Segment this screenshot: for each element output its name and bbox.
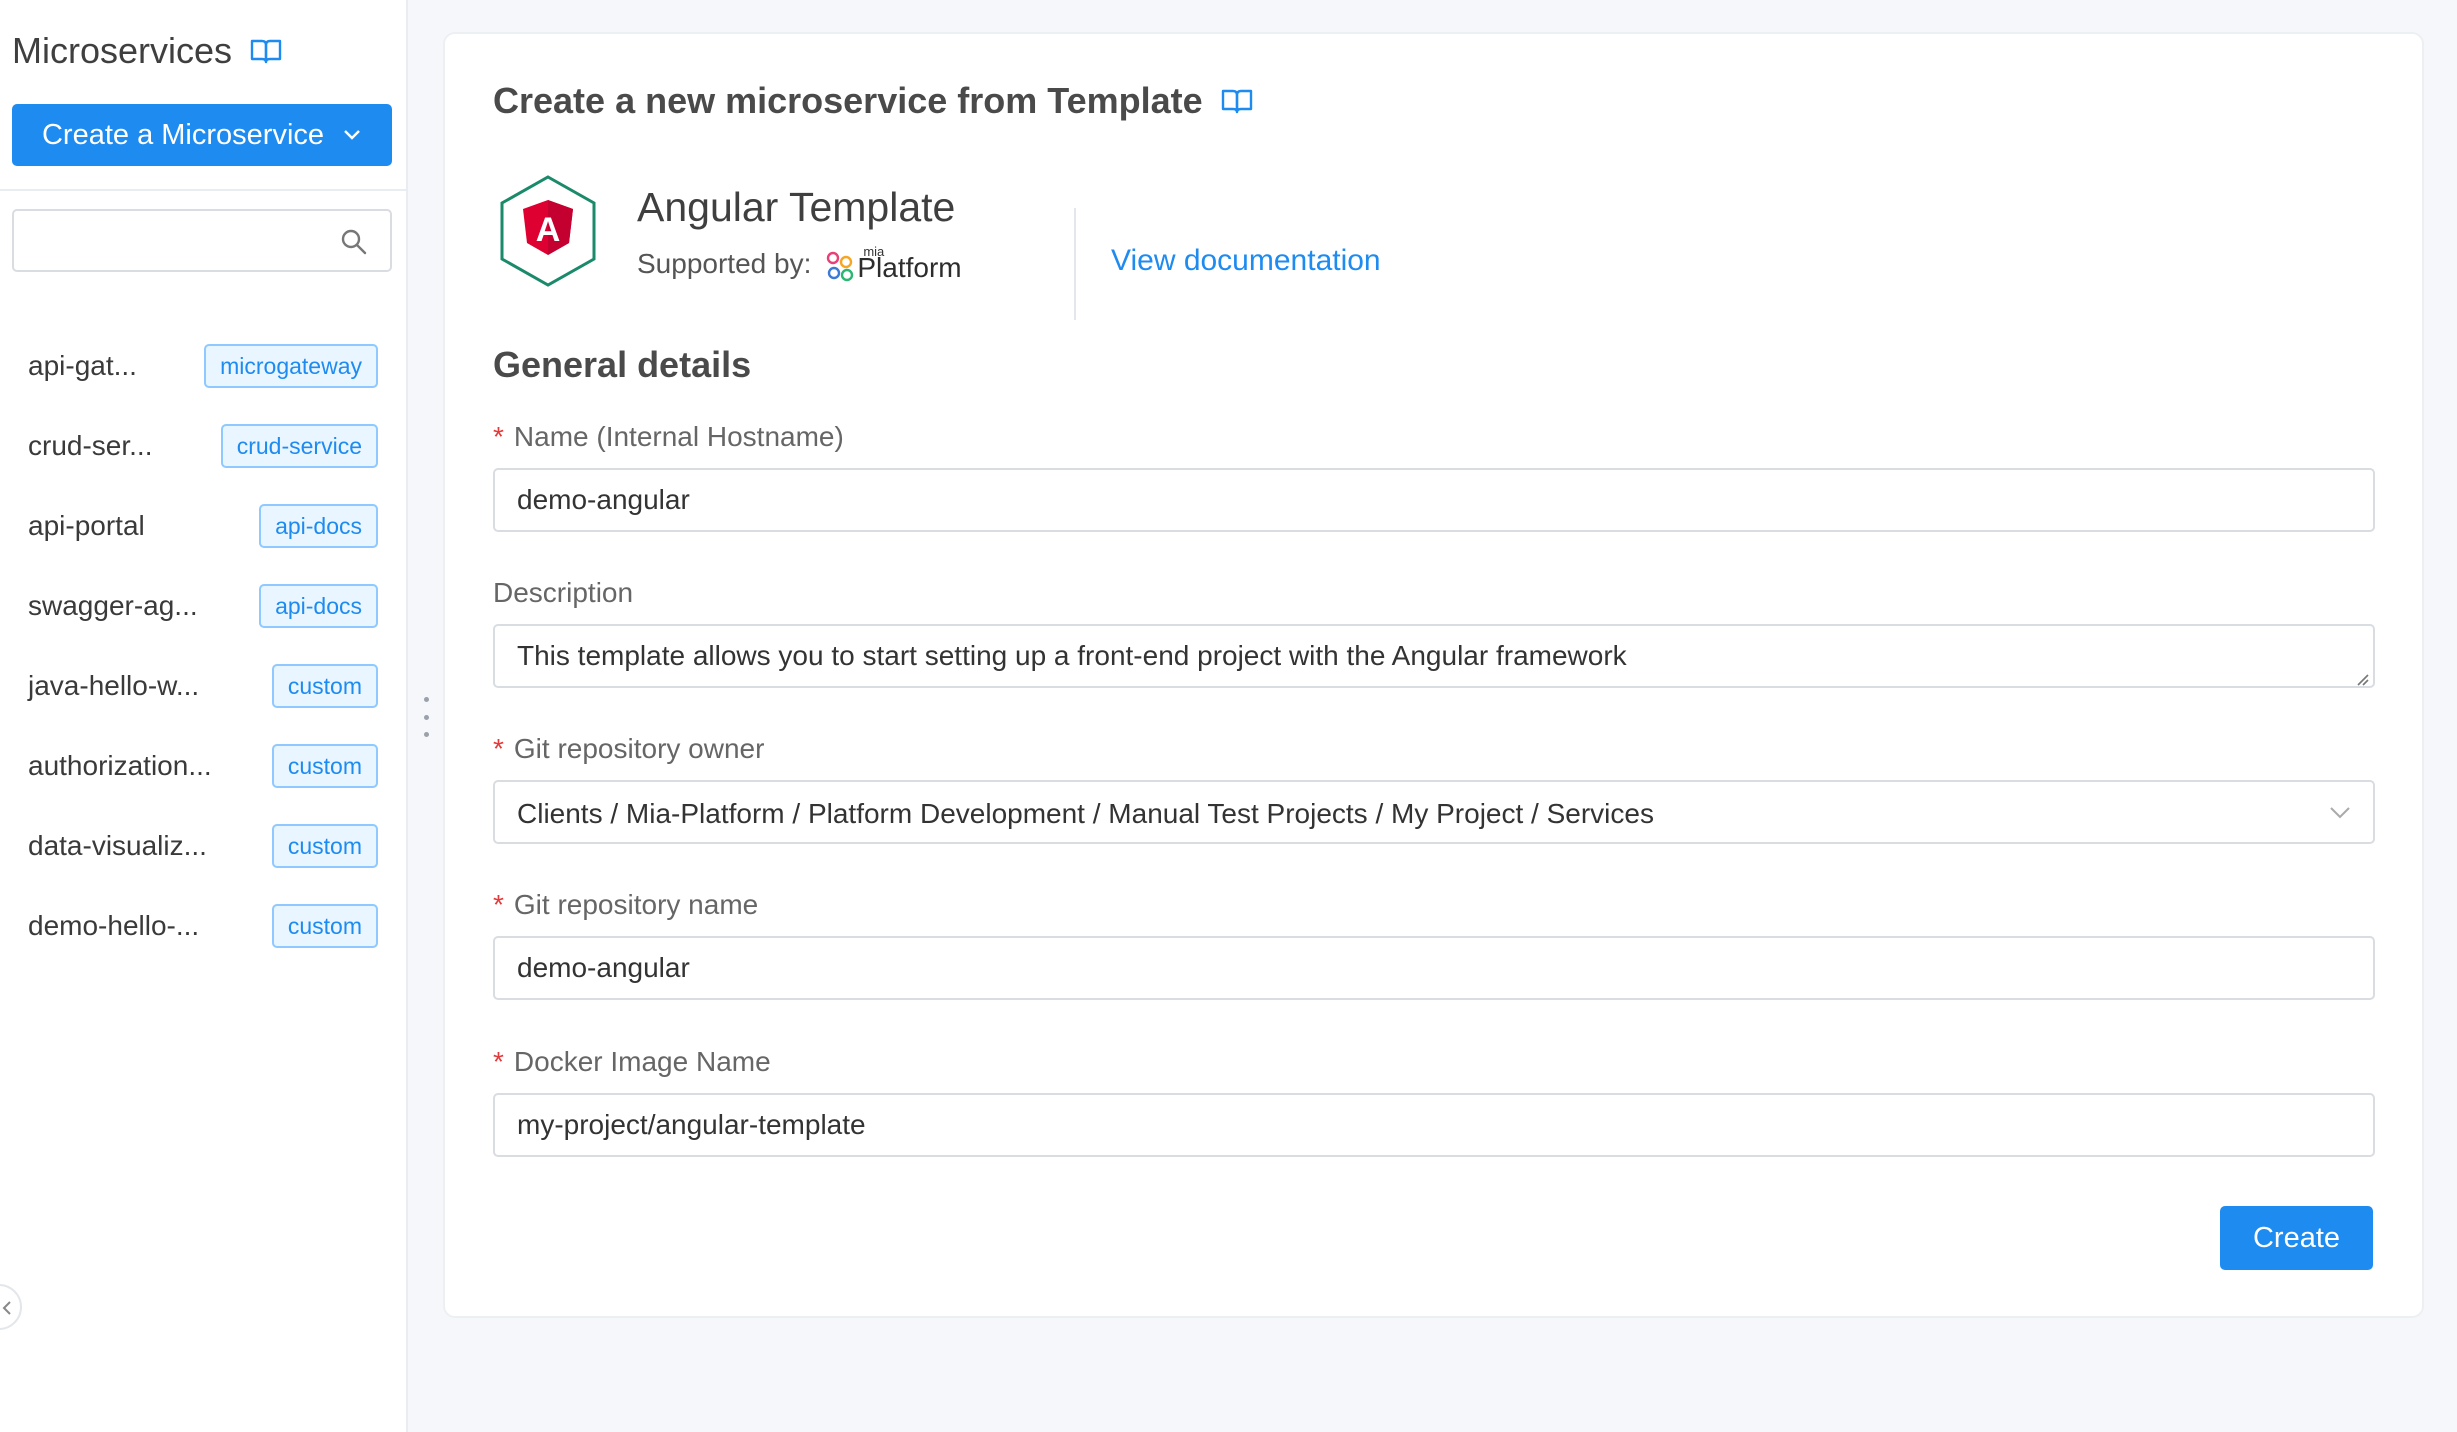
template-supporter: Supported by: mia Platform xyxy=(637,244,962,284)
microservice-name: api-gat... xyxy=(28,350,137,381)
microservice-name: java-hello-w... xyxy=(28,670,200,701)
mia-platform-logo: mia Platform xyxy=(825,244,962,284)
page-title: Create a new microservice from Template xyxy=(493,80,1203,121)
microservice-name: data-visualiz... xyxy=(28,830,207,861)
list-item[interactable]: crud-ser... crud-service xyxy=(0,406,408,486)
microservice-type-tag: api-docs xyxy=(259,584,378,628)
name-label: * Name (Internal Hostname) xyxy=(493,421,844,453)
list-item[interactable]: data-visualiz... custom xyxy=(0,806,408,886)
chevron-left-icon xyxy=(2,1301,11,1315)
microservice-type-tag: custom xyxy=(271,824,378,868)
mia-platform-mark-icon xyxy=(827,251,854,282)
list-item[interactable]: api-portal api-docs xyxy=(0,486,408,566)
description-field[interactable]: This template allows you to start settin… xyxy=(493,624,2375,688)
sidebar-title: Microservices xyxy=(12,30,233,71)
search-input[interactable] xyxy=(28,221,328,261)
create-microservice-label: Create a Microservice xyxy=(41,118,325,151)
book-icon[interactable] xyxy=(1221,87,1253,115)
description-label: Description xyxy=(493,577,633,609)
git-owner-value: Clients / Mia-Platform / Platform Develo… xyxy=(517,798,1654,829)
list-item[interactable]: authorization... custom xyxy=(0,726,408,806)
microservice-name: crud-ser... xyxy=(28,430,153,461)
microservice-type-tag: crud-service xyxy=(220,424,378,468)
search-icon[interactable] xyxy=(340,228,368,256)
docker-image-name-field[interactable] xyxy=(493,1093,2375,1157)
microservice-type-tag: api-docs xyxy=(259,504,378,548)
create-microservice-button[interactable]: Create a Microservice xyxy=(12,104,392,166)
microservice-name: swagger-ag... xyxy=(28,590,198,621)
collapse-sidebar-button[interactable] xyxy=(0,1284,22,1330)
create-from-template-card: Create a new microservice from Template … xyxy=(443,32,2424,1318)
section-title: General details xyxy=(493,344,752,385)
required-marker: * xyxy=(493,733,504,764)
name-label-text: Name (Internal Hostname) xyxy=(513,421,844,452)
template-name: Angular Template xyxy=(637,184,956,230)
microservice-name: demo-hello-... xyxy=(28,910,200,941)
handle-dot xyxy=(423,714,429,720)
template-header: A Angular Template Supported by: mia Pla… xyxy=(497,174,1397,320)
handle-dot xyxy=(423,697,429,702)
git-owner-select[interactable]: Clients / Mia-Platform / Platform Develo… xyxy=(493,780,2375,844)
chevron-down-icon xyxy=(344,130,360,140)
docker-image-label: * Docker Image Name xyxy=(493,1046,771,1078)
git-name-label-text: Git repository name xyxy=(513,889,759,920)
microservice-name: api-portal xyxy=(28,510,145,541)
list-item[interactable]: swagger-ag... api-docs xyxy=(0,566,408,646)
required-marker: * xyxy=(493,889,504,920)
svg-text:A: A xyxy=(536,211,561,249)
create-button[interactable]: Create xyxy=(2220,1206,2373,1270)
view-documentation-link[interactable]: View documentation xyxy=(1111,244,1381,278)
sidebar-header: Microservices xyxy=(12,30,282,72)
supported-by-label: Supported by: xyxy=(637,248,812,279)
docker-image-label-text: Docker Image Name xyxy=(513,1046,771,1077)
list-item[interactable]: demo-hello-... custom xyxy=(0,886,408,966)
angular-logo-icon: A xyxy=(500,175,596,287)
microservice-type-tag: custom xyxy=(271,904,378,948)
card-header: Create a new microservice from Template xyxy=(493,80,1253,122)
name-field[interactable] xyxy=(493,468,2375,532)
list-item[interactable]: api-gat... microgateway xyxy=(0,326,408,406)
microservice-type-tag: custom xyxy=(271,744,378,788)
resize-handle[interactable] xyxy=(422,697,430,737)
required-marker: * xyxy=(493,421,504,452)
book-icon[interactable] xyxy=(250,37,282,65)
resize-grip-icon[interactable] xyxy=(2355,672,2369,686)
search-box[interactable] xyxy=(12,209,392,272)
git-owner-label-text: Git repository owner xyxy=(513,733,765,764)
git-repository-name-field[interactable] xyxy=(493,936,2375,1000)
microservice-type-tag: custom xyxy=(271,664,378,708)
chevron-down-icon xyxy=(2330,807,2350,819)
description-label-text: Description xyxy=(493,577,634,608)
git-owner-label: * Git repository owner xyxy=(493,733,764,765)
microservice-list: api-gat... microgateway crud-ser... crud… xyxy=(0,326,408,966)
microservice-name: authorization... xyxy=(28,750,212,781)
sidebar-divider xyxy=(0,189,408,191)
microservice-type-tag: microgateway xyxy=(204,344,378,388)
required-marker: * xyxy=(493,1046,504,1077)
mia-wordmark: Platform xyxy=(857,252,962,283)
sidebar: Microservices Create a Microservice api-… xyxy=(0,0,408,1432)
handle-dot xyxy=(423,732,429,737)
header-divider xyxy=(1074,208,1076,320)
list-item[interactable]: java-hello-w... custom xyxy=(0,646,408,726)
git-name-label: * Git repository name xyxy=(493,889,758,921)
